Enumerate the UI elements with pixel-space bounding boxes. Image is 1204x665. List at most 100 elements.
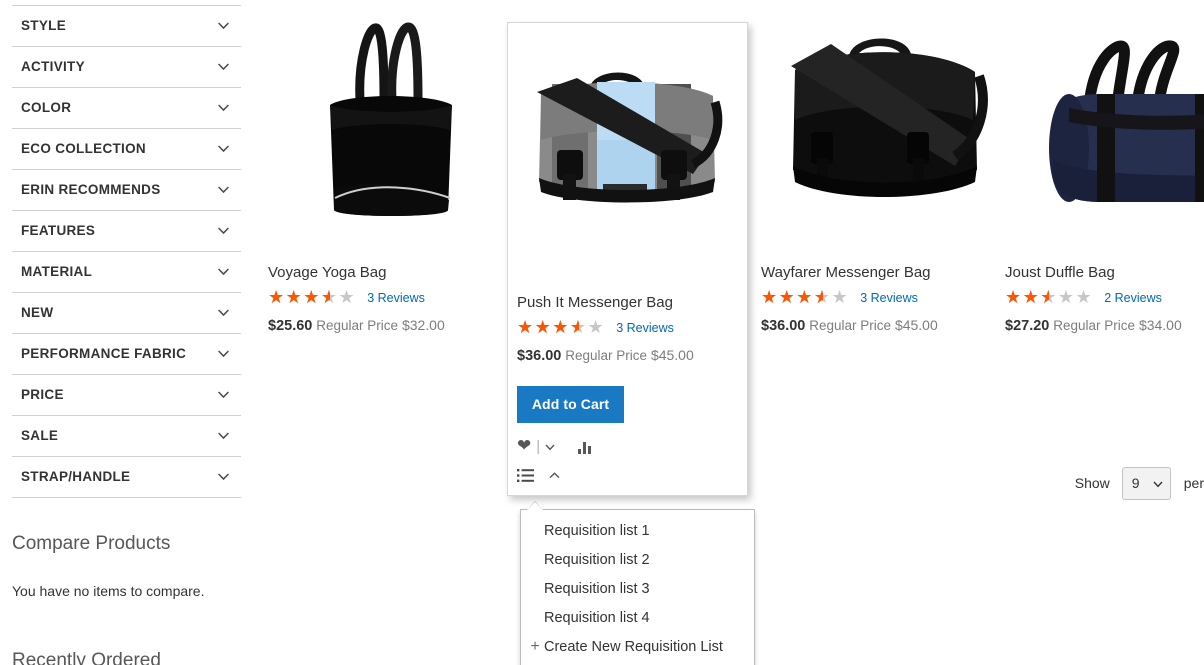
star-rating: ★★★★★ ★★★★★ (1005, 289, 1093, 307)
filter-option-erin-recommends[interactable]: ERIN RECOMMENDS (12, 170, 241, 211)
product-name[interactable]: Joust Duffle Bag (1005, 250, 1204, 283)
reviews-link[interactable]: 2 Reviews (1104, 291, 1162, 305)
page-size-select[interactable]: 9 (1121, 466, 1171, 500)
compare-products-empty-message: You have no items to compare. (12, 582, 205, 599)
star-rating-full: ★★★★★ (1005, 289, 1049, 308)
product-price: $36.00 Regular Price $45.00 (761, 305, 1008, 334)
filter-option-new[interactable]: NEW (12, 293, 241, 334)
divider: | (536, 438, 541, 456)
product-name-link[interactable]: Joust Duffle Bag (1005, 264, 1115, 281)
regular-price: $45.00 (894, 316, 938, 333)
per-page-label: per (1183, 475, 1204, 491)
regular-price: $34.00 (1138, 316, 1182, 333)
regular-price: $45.00 (650, 346, 694, 363)
requisition-list-item[interactable]: Requisition list 2 (521, 545, 754, 574)
product-image[interactable] (761, 10, 1008, 250)
filter-option-label: COLOR (21, 100, 72, 116)
filter-option-label: MATERIAL (21, 264, 93, 280)
wishlist-heart-icon[interactable]: ❤ (517, 438, 531, 455)
chevron-down-icon[interactable] (544, 441, 556, 453)
chevron-down-icon (217, 429, 230, 442)
product-name-link[interactable]: Wayfarer Messenger Bag (761, 264, 931, 281)
compare-bars-icon[interactable] (578, 440, 594, 454)
special-price: $36.00 (761, 317, 806, 334)
reviews-link[interactable]: 3 Reviews (367, 291, 425, 305)
chevron-down-icon (217, 470, 230, 483)
requisition-list-item[interactable]: Requisition list 3 (521, 574, 754, 603)
create-new-requisition-list-item[interactable]: + Create New Requisition List (521, 632, 754, 662)
product-name-link[interactable]: Voyage Yoga Bag (268, 264, 386, 281)
chevron-down-icon (217, 388, 230, 401)
chevron-down-icon (217, 265, 230, 278)
chevron-down-icon (217, 101, 230, 114)
star-rating-full: ★★★★★ (268, 289, 330, 308)
product-card[interactable]: Voyage Yoga Bag ★★★★★ ★★★★★ 3 Reviews $2… (268, 10, 515, 334)
filter-option-price[interactable]: PRICE (12, 375, 241, 416)
chevron-down-icon (217, 306, 230, 319)
product-listing-page: STYLE ACTIVITY COLOR ECO COLLECTION ERIN REC… (0, 0, 1204, 665)
product-card[interactable]: Joust Duffle Bag ★★★★★ ★★★★★ 2 Reviews $… (1005, 10, 1204, 334)
requisition-list-item[interactable]: Requisition list 4 (521, 603, 754, 632)
product-price: $25.60 Regular Price $32.00 (268, 305, 515, 334)
product-card-hovered[interactable]: Push It Messenger Bag ★★★★★ ★★★★★ 3 Revi… (507, 22, 748, 496)
product-price: $36.00 Regular Price $45.00 (517, 335, 738, 364)
show-label: Show (1074, 475, 1110, 491)
product-name-link[interactable]: Push It Messenger Bag (517, 294, 673, 311)
product-name[interactable]: Push It Messenger Bag (517, 280, 738, 313)
star-rating-full: ★★★★★ (761, 289, 823, 308)
regular-price-label: Regular Price (1053, 317, 1136, 333)
filter-option-label: STRAP/HANDLE (21, 469, 131, 485)
product-card[interactable]: Wayfarer Messenger Bag ★★★★★ ★★★★★ 3 Rev… (761, 10, 1008, 334)
filter-option-label: NEW (21, 305, 54, 321)
product-image[interactable] (517, 32, 738, 280)
star-rating-full: ★★★★★ (517, 319, 579, 338)
chevron-down-icon (217, 142, 230, 155)
chevron-down-icon (217, 19, 230, 32)
filter-option-label: PRICE (21, 387, 64, 403)
filter-option-sale[interactable]: SALE (12, 416, 241, 457)
compare-products-title: Compare Products (12, 533, 171, 554)
recently-ordered-title: Recently Ordered (12, 650, 161, 665)
requisition-list-dropdown: Requisition list 1 Requisition list 2 Requ… (520, 501, 755, 665)
sidebar: STYLE ACTIVITY COLOR ECO COLLECTION ERIN REC… (0, 0, 253, 665)
filter-option-style[interactable]: STYLE (12, 6, 241, 47)
regular-price-label: Regular Price (809, 317, 892, 333)
product-name[interactable]: Voyage Yoga Bag (268, 250, 515, 283)
filter-option-performance-fabric[interactable]: PERFORMANCE FABRIC (12, 334, 241, 375)
requisition-list-item[interactable]: Requisition list 1 (521, 516, 754, 545)
chevron-down-icon (217, 224, 230, 237)
filter-option-label: FEATURES (21, 223, 96, 239)
filter-option-label: ERIN RECOMMENDS (21, 182, 161, 198)
chevron-down-icon (1153, 481, 1163, 487)
filter-option-strap-handle[interactable]: STRAP/HANDLE (12, 457, 241, 498)
reviews-link[interactable]: 3 Reviews (616, 321, 674, 335)
special-price: $36.00 (517, 347, 562, 364)
add-to-cart-button[interactable]: Add to Cart (517, 385, 624, 423)
filter-option-features[interactable]: FEATURES (12, 211, 241, 252)
filter-option-label: ECO COLLECTION (21, 141, 146, 157)
filter-option-eco-collection[interactable]: ECO COLLECTION (12, 129, 241, 170)
filter-option-label: STYLE (21, 18, 67, 34)
chevron-down-icon (217, 183, 230, 196)
shopping-options-filter-list: STYLE ACTIVITY COLOR ECO COLLECTION ERIN REC… (12, 5, 241, 498)
product-name[interactable]: Wayfarer Messenger Bag (761, 250, 1008, 283)
regular-price: $32.00 (401, 316, 445, 333)
reviews-link[interactable]: 3 Reviews (860, 291, 918, 305)
star-rating: ★★★★★ ★★★★★ (268, 289, 356, 307)
product-rating: ★★★★★ ★★★★★ 3 Reviews (517, 313, 738, 338)
chevron-down-icon (217, 60, 230, 73)
filter-option-color[interactable]: COLOR (12, 88, 241, 129)
chevron-up-icon[interactable] (534, 469, 561, 482)
regular-price-label: Regular Price (316, 317, 399, 333)
product-image[interactable] (268, 10, 515, 250)
product-image[interactable] (1005, 10, 1204, 250)
requisition-list-icon[interactable] (517, 468, 534, 483)
page-size-value: 9 (1131, 475, 1140, 491)
filter-option-activity[interactable]: ACTIVITY (12, 47, 241, 88)
product-actions-row: ❤ | (517, 437, 738, 457)
product-price: $27.20 Regular Price $34.00 (1005, 305, 1204, 334)
filter-option-label: ACTIVITY (21, 59, 85, 75)
filter-option-material[interactable]: MATERIAL (12, 252, 241, 293)
filter-option-label: SALE (21, 428, 59, 444)
star-rating: ★★★★★ ★★★★★ (761, 289, 849, 307)
